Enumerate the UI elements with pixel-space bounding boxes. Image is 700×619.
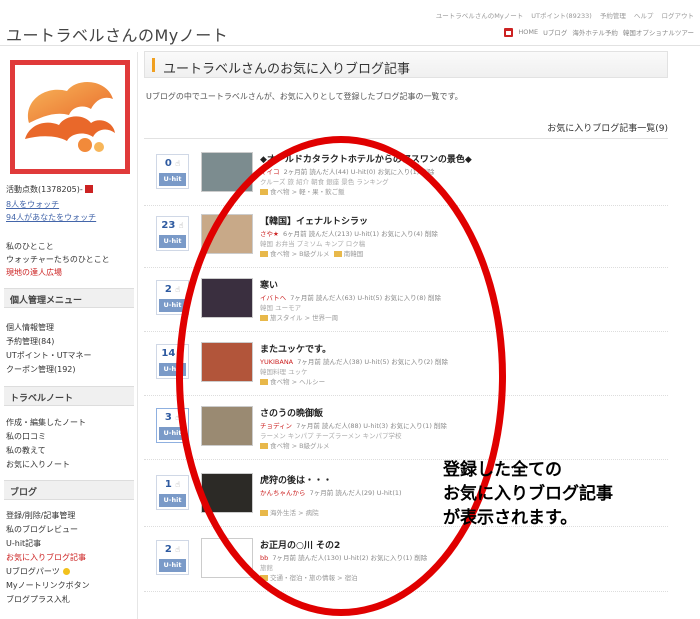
watchers-link[interactable]: 94人があなたをウォッチ: [6, 212, 96, 223]
sidebar-item-my-hitokoto[interactable]: 私のひとこと: [6, 241, 54, 252]
hit-count-value: 23: [161, 220, 176, 231]
nav-tour[interactable]: 韓国オプショナルツアー: [623, 27, 694, 37]
hit-count-value: 0: [164, 158, 172, 169]
annotation-callout: 登録した全ての お気に入りブログ記事 が表示されます。: [443, 458, 613, 530]
sidebar: 活動点数(1378205)- 8人をウォッチ 94人があなたをウォッチ 私のひと…: [0, 52, 138, 619]
sidebar-item-link-button[interactable]: Myノートリンクボタン: [6, 580, 90, 591]
page-heading-box: ユートラベルさんのお気に入りブログ記事: [144, 51, 668, 78]
thumbs-up-icon: ☝: [175, 285, 181, 294]
hit-count-value: 2: [164, 284, 172, 295]
sidebar-item-blog-plus[interactable]: ブログプラス入札: [6, 594, 70, 605]
thumbs-up-icon: ☝: [175, 480, 181, 489]
travel-note-heading: トラベルノート: [4, 386, 134, 406]
activity-points: 活動点数(1378205)-: [6, 184, 93, 195]
util-link-reservations[interactable]: 予約管理: [600, 12, 626, 20]
home-icon[interactable]: [504, 27, 514, 37]
nav-hotel[interactable]: 海外ホテル予約: [572, 27, 618, 37]
sidebar-item-blog-review[interactable]: 私のブログレビュー: [6, 524, 78, 535]
thumbs-up-icon: ☝: [175, 159, 181, 168]
hit-count: 2 ☝: [157, 284, 188, 295]
header: ユートラベルさんのMyノート ユートラベルさんのMyノート UTポイント(892…: [0, 0, 700, 46]
sidebar-item-uhit-posts[interactable]: U-hit記事: [6, 538, 41, 549]
personal-menu-heading: 個人管理メニュー: [4, 288, 134, 308]
uhit-counter[interactable]: 2 ☝ U-hit: [156, 540, 189, 575]
avatar-logo-icon: [25, 81, 115, 152]
hit-count: 23 ☝: [157, 220, 188, 231]
callout-line: が表示されます。: [443, 508, 578, 528]
page-title: ユートラベルさんのお気に入りブログ記事: [163, 62, 411, 77]
thumbs-up-icon: ☝: [178, 221, 184, 230]
hit-count: 1 ☝: [157, 479, 188, 490]
sidebar-item-expert-square[interactable]: 現地の達人広場: [6, 267, 62, 278]
hit-count-value: 14: [161, 348, 176, 359]
site-title[interactable]: ユートラベルさんのMyノート: [6, 22, 228, 46]
uhit-button[interactable]: U-hit: [159, 559, 186, 572]
activity-points-text: 活動点数(1378205)-: [6, 185, 83, 194]
nav-home[interactable]: HOME: [518, 28, 538, 36]
uhit-counter[interactable]: 0 ☝ U-hit: [156, 154, 189, 189]
sidebar-item-ut-points[interactable]: UTポイント・UTマネー: [6, 350, 91, 361]
sidebar-item-created-notes[interactable]: 作成・編集したノート: [6, 417, 86, 428]
hit-count: 2 ☝: [157, 544, 188, 555]
thumbs-up-icon: ☝: [175, 545, 181, 554]
main-nav: HOME Uブログ 海外ホテル予約 韓国オプショナルツアー: [499, 27, 694, 37]
hit-count-value: 3: [164, 412, 172, 423]
util-link-logout[interactable]: ログアウト: [662, 12, 695, 20]
heading-accent: [152, 58, 155, 72]
sidebar-item-coupons[interactable]: クーポン管理(192): [6, 364, 76, 375]
uhit-counter[interactable]: 23 ☝ U-hit: [156, 216, 189, 251]
hit-count-value: 2: [164, 544, 172, 555]
nav-ublog[interactable]: Uブログ: [543, 27, 567, 37]
sidebar-item-favorite-notes[interactable]: お気に入りノート: [6, 459, 70, 470]
callout-line: 登録した全ての: [443, 460, 562, 480]
hit-count-value: 1: [164, 479, 172, 490]
uhit-counter[interactable]: 1 ☝ U-hit: [156, 475, 189, 510]
sidebar-item-blog-parts[interactable]: Uブログパーツ: [6, 566, 70, 577]
util-link-mynote[interactable]: ユートラベルさんのMyノート: [436, 12, 523, 20]
callout-line: お気に入りブログ記事: [443, 484, 613, 504]
hit-count: 0 ☝: [157, 158, 188, 169]
sidebar-item-watcher-hitokoto[interactable]: ウォッチャーたちのひとこと: [6, 254, 110, 265]
watching-link[interactable]: 8人をウォッチ: [6, 199, 59, 210]
sidebar-item-reservations[interactable]: 予約管理(84): [6, 336, 54, 347]
list-title: お気に入りブログ記事一覧(9): [547, 124, 668, 134]
sidebar-item-profile[interactable]: 個人情報管理: [6, 322, 54, 333]
sidebar-item-favorite-blog[interactable]: お気に入りブログ記事: [6, 552, 86, 563]
util-link-help[interactable]: ヘルプ: [634, 12, 654, 20]
ranking-icon[interactable]: [84, 185, 93, 193]
blog-parts-label: Uブログパーツ: [6, 567, 60, 576]
uhit-button[interactable]: U-hit: [159, 494, 186, 507]
uhit-button[interactable]: U-hit: [159, 235, 186, 248]
utility-nav: ユートラベルさんのMyノート UTポイント(89233) 予約管理 ヘルプ ログ…: [430, 10, 694, 20]
page-description: Uブログの中でユートラベルさんが、お気に入りとして登録したブログ記事の一覧です。: [146, 92, 463, 101]
highlight-ellipse: [176, 136, 506, 616]
sidebar-item-my-answers[interactable]: 私の教えて: [6, 445, 46, 456]
avatar[interactable]: [10, 60, 130, 174]
sidebar-item-my-reviews[interactable]: 私の口コミ: [6, 431, 46, 442]
util-link-points[interactable]: UTポイント(89233): [531, 12, 591, 20]
sidebar-item-blog-manage[interactable]: 登録/削除/記事管理: [6, 510, 75, 521]
blog-heading: ブログ: [4, 480, 134, 500]
uhit-button[interactable]: U-hit: [159, 173, 186, 186]
divider: [144, 138, 668, 139]
new-badge-icon: [62, 568, 70, 575]
